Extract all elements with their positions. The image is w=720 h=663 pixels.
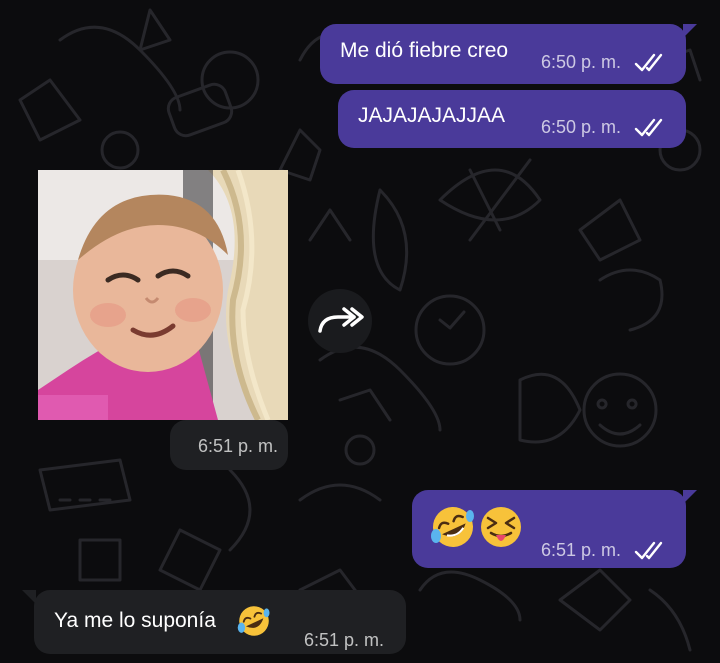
rolling-on-floor-laughing-emoji	[237, 606, 270, 636]
forward-icon	[318, 307, 364, 333]
forward-button[interactable]	[308, 289, 372, 353]
bubble-tail	[683, 490, 697, 504]
message-text: Me dió fiebre creo	[340, 39, 509, 62]
sticker-time-badge: 6:51 p. m.	[170, 420, 288, 470]
double-check-icon	[634, 541, 663, 560]
outgoing-message-bubble[interactable]: Me dió fiebre creo 6:50 p. m.	[320, 24, 686, 84]
double-check-icon	[634, 118, 663, 137]
message-time: 6:51 p. m.	[304, 630, 385, 650]
sticker-image[interactable]	[38, 170, 288, 420]
message-time: 6:50 p. m.	[541, 117, 622, 137]
message-time: 6:51 p. m.	[198, 436, 279, 456]
outgoing-emoji-bubble[interactable]: 6:51 p. m.	[412, 490, 686, 568]
outgoing-message-bubble[interactable]: JAJAJAJAJJAA 6:50 p. m.	[338, 90, 686, 148]
message-text: JAJAJAJAJJAA	[358, 104, 506, 127]
bubble-tail	[683, 24, 697, 38]
bubble-tail	[22, 590, 36, 604]
message-text: Ya me lo suponía	[54, 609, 216, 632]
incoming-message-bubble[interactable]: Ya me lo suponía 6:51 p. m.	[34, 590, 406, 654]
rolling-on-floor-laughing-emoji	[431, 507, 474, 547]
toddler-sticker	[38, 170, 288, 420]
message-time: 6:50 p. m.	[541, 52, 622, 72]
message-time: 6:51 p. m.	[541, 540, 622, 560]
squinting-face-with-tongue-emoji	[481, 507, 521, 547]
chat-view: Me dió fiebre creo 6:50 p. m. JAJAJAJAJJ…	[0, 0, 720, 663]
double-check-icon	[634, 53, 663, 72]
